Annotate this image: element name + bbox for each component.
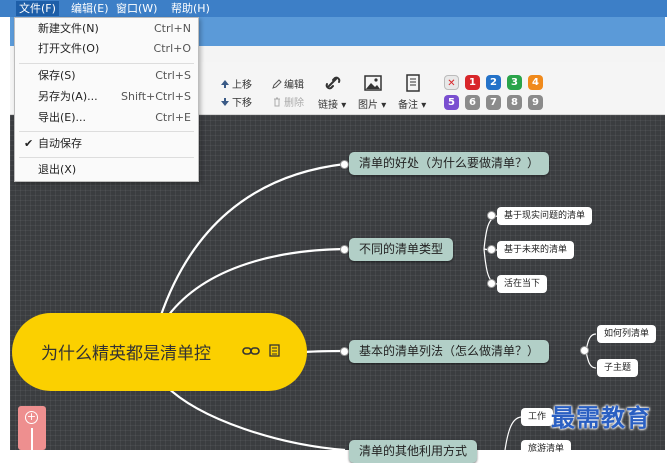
- leaf-node[interactable]: 活在当下: [497, 275, 548, 293]
- leaf-node[interactable]: 旅游清单: [521, 440, 572, 458]
- connector-branch-2: [164, 247, 346, 321]
- menu-item-label: 导出(E)...: [38, 111, 87, 124]
- menu-item-label: 新建文件(N): [38, 22, 99, 35]
- connector-leaf-4a: [504, 416, 522, 450]
- expand-toggle[interactable]: [340, 160, 349, 169]
- menu-item-save[interactable]: 保存(S) Ctrl+S: [15, 67, 198, 85]
- zoom-slider-track[interactable]: [31, 428, 33, 450]
- menu-item-label: 保存(S): [38, 69, 76, 82]
- menu-separator: [19, 63, 194, 64]
- branch-node-types[interactable]: 不同的清单类型: [349, 238, 454, 261]
- leaf-node[interactable]: 子主题: [597, 359, 639, 377]
- menu-separator: [19, 157, 194, 158]
- zoom-in-button[interactable]: +: [25, 411, 38, 424]
- menu-item-save-as[interactable]: 另存为(A)... Shift+Ctrl+S: [15, 88, 198, 106]
- menu-item-shortcut: Shift+Ctrl+S: [121, 90, 191, 103]
- expand-toggle[interactable]: [487, 211, 496, 220]
- file-menu-dropdown: 新建文件(N) Ctrl+N 打开文件(O) Ctrl+O 保存(S) Ctrl…: [14, 17, 199, 182]
- expand-toggle[interactable]: [487, 245, 496, 254]
- menu-item-label: 打开文件(O): [38, 42, 100, 55]
- expand-toggle[interactable]: [487, 279, 496, 288]
- leaf-node[interactable]: 基于现实问题的清单: [497, 207, 593, 225]
- menu-item-shortcut: Ctrl+E: [155, 111, 191, 124]
- menu-item-open-file[interactable]: 打开文件(O) Ctrl+O: [15, 40, 198, 58]
- menu-item-shortcut: Ctrl+S: [155, 69, 191, 82]
- menu-item-label: 退出(X): [38, 163, 77, 176]
- menu-item-exit[interactable]: 退出(X): [15, 161, 198, 179]
- leaf-node[interactable]: 如何列清单: [597, 325, 657, 343]
- menu-item-export[interactable]: 导出(E)... Ctrl+E: [15, 109, 198, 127]
- connector-branch-3: [304, 349, 346, 354]
- branch-node-method[interactable]: 基本的清单列法（怎么做清单？）: [349, 340, 550, 363]
- collapse-toggle[interactable]: [340, 347, 349, 356]
- connector-branch-4: [164, 384, 346, 450]
- note-icon[interactable]: [269, 344, 280, 357]
- menu-item-label: 自动保存: [38, 137, 82, 150]
- branch-node-benefits[interactable]: 清单的好处（为什么要做清单？）: [349, 152, 550, 175]
- menu-item-new-file[interactable]: 新建文件(N) Ctrl+N: [15, 20, 198, 38]
- menu-item-autosave[interactable]: ✔ 自动保存: [15, 135, 198, 153]
- leaf-node[interactable]: 工作: [521, 408, 554, 426]
- branch-node-other-uses[interactable]: 清单的其他利用方式: [349, 440, 478, 463]
- watermark-logo: 最需教育: [551, 403, 651, 432]
- checkmark-icon: ✔: [24, 137, 34, 150]
- zoom-control: +: [18, 406, 46, 450]
- menu-item-label: 另存为(A)...: [38, 90, 98, 103]
- menu-item-shortcut: Ctrl+N: [153, 22, 191, 35]
- link-icon[interactable]: [242, 344, 260, 358]
- collapse-toggle[interactable]: [340, 245, 349, 254]
- menu-item-shortcut: Ctrl+O: [153, 42, 191, 55]
- root-node[interactable]: 为什么精英都是清单控: [12, 313, 307, 391]
- menu-separator: [19, 131, 194, 132]
- root-node-label: 为什么精英都是清单控: [41, 344, 211, 364]
- leaf-node[interactable]: 基于未来的清单: [497, 241, 575, 259]
- collapse-toggle[interactable]: [580, 346, 589, 355]
